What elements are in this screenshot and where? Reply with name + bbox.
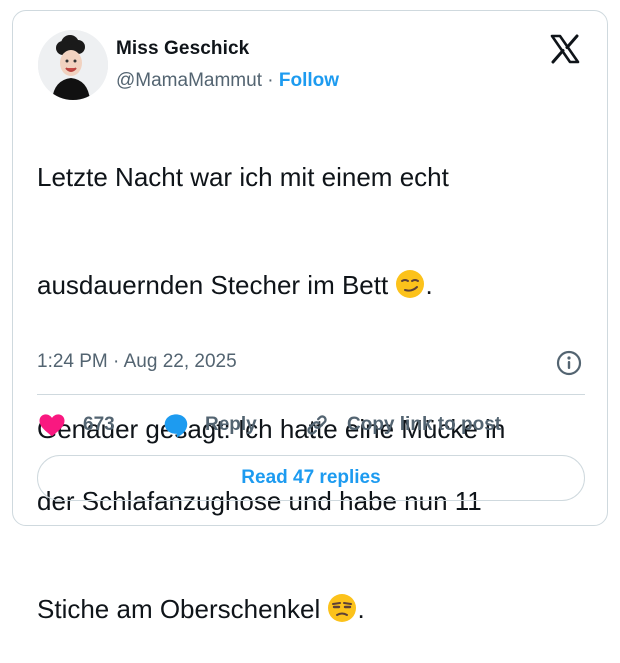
handle-separator: · — [267, 70, 274, 91]
tweet-line-text: Stiche am Oberschenkel — [37, 594, 328, 624]
smirking-face-icon — [395, 269, 425, 299]
avatar[interactable] — [38, 30, 108, 100]
x-logo-icon[interactable] — [549, 33, 581, 65]
copy-link-label: Copy link to post — [347, 414, 502, 435]
follow-button[interactable]: Follow — [279, 70, 339, 91]
tweet-card: Miss Geschick @MamaMammut · Follow Letzt… — [12, 10, 608, 624]
unamused-face-icon — [327, 593, 357, 623]
info-icon[interactable] — [556, 350, 582, 376]
tweet-text: Letzte Nacht war ich mit einem echt ausd… — [37, 123, 597, 663]
author-handle-row: @MamaMammut · Follow — [116, 70, 339, 92]
tweet-line-end: . — [357, 594, 365, 624]
reply-label: Reply — [205, 414, 257, 435]
tweet-line: Letzte Nacht war ich mit einem echt — [37, 162, 449, 192]
author-name[interactable]: Miss Geschick — [116, 38, 249, 60]
tweet-line: Stiche am Oberschenkel . — [37, 555, 597, 627]
link-icon — [303, 411, 331, 439]
tweet-time: 1:24 PM — [37, 351, 108, 372]
tweet-timestamp[interactable]: 1:24 PM · Aug 22, 2025 — [37, 351, 237, 373]
tweet-line-end: . — [425, 270, 433, 300]
tweet-line-text: ausdauernden Stecher im Bett — [37, 270, 396, 300]
divider — [37, 394, 585, 395]
tweet-date: Aug 22, 2025 — [123, 351, 237, 372]
heart-icon — [37, 410, 67, 440]
tweet-line: ausdauernden Stecher im Bett . — [37, 231, 597, 303]
author-handle[interactable]: @MamaMammut — [116, 70, 262, 91]
like-count: 673 — [83, 414, 115, 435]
profile-photo-icon — [38, 30, 108, 100]
copy-link-button[interactable]: Copy link to post — [303, 407, 501, 443]
reply-button[interactable]: Reply — [161, 407, 257, 443]
meta-separator: · — [113, 351, 120, 372]
like-button[interactable]: 673 — [37, 407, 115, 443]
reply-bubble-icon — [161, 410, 191, 440]
read-replies-button[interactable]: Read 47 replies — [37, 455, 585, 501]
action-bar: 673 Reply Copy link to post — [37, 407, 585, 443]
